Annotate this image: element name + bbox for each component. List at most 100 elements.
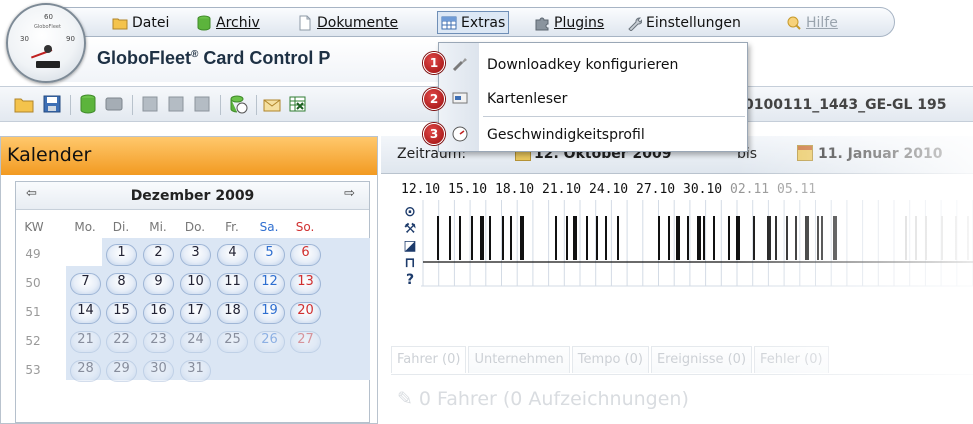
calendar-day[interactable]: 4 — [217, 244, 248, 266]
document-icon — [299, 15, 311, 30]
activity-bar — [668, 216, 670, 260]
calendar-day[interactable]: 22 — [106, 331, 137, 353]
next-month-icon[interactable]: ⇨ — [344, 186, 355, 201]
tab[interactable]: Tempo (0) — [571, 346, 649, 373]
calendar-day[interactable]: 2 — [143, 244, 174, 266]
activity-bar — [596, 216, 598, 260]
logo-dial: 60 30 90 GloboFleet — [6, 3, 86, 83]
calendar-day[interactable]: 24 — [180, 331, 211, 353]
activity-bar — [658, 216, 660, 260]
calendar-day[interactable]: 15 — [106, 302, 137, 324]
menu-plugins[interactable]: Plugins — [531, 11, 607, 34]
calendar-day[interactable]: 1 — [106, 244, 137, 266]
calendar-day[interactable]: 25 — [217, 331, 248, 353]
calendar-day[interactable]: 26 — [254, 331, 285, 353]
open-folder-icon[interactable] — [14, 94, 34, 114]
activity-bar — [489, 216, 491, 260]
activity-bar — [520, 216, 524, 260]
menu-item-geschwindigkeitsprofil[interactable]: Geschwindigkeitsprofil — [487, 127, 645, 143]
menu-item-downloadkey[interactable]: Downloadkey konfigurieren — [487, 57, 678, 73]
calendar-day[interactable]: 30 — [143, 360, 174, 382]
calendar-day[interactable]: 6 — [290, 244, 321, 266]
calendar-day[interactable]: 8 — [106, 273, 137, 295]
menubar: Datei Archiv Dokumente Extras Plugins Ei… — [60, 7, 895, 37]
calendar-day[interactable]: 13 — [290, 273, 321, 295]
week-number: 52 — [25, 334, 41, 348]
app-title: GloboFleet® Card Control P — [97, 48, 331, 68]
weekday-header: So. — [295, 220, 315, 234]
calendar-month: Dezember 2009 — [130, 188, 255, 204]
key-icon — [452, 58, 467, 72]
calendar-widget: ⇦ Dezember 2009 ⇨ KW Mo. Di. Mi. Do. Fr. Sa. So… — [15, 181, 370, 423]
calendar-day[interactable]: 23 — [143, 331, 174, 353]
folder-icon — [112, 18, 128, 29]
tab-bar: Fahrer (0) Unternehmen Tempo (0) Ereignisse… — [391, 346, 831, 374]
archive-icon[interactable] — [78, 94, 98, 114]
calendar-day[interactable]: 9 — [143, 273, 174, 295]
calendar-day[interactable]: 7 — [70, 273, 101, 295]
activity-bar — [697, 216, 701, 260]
menu-archiv[interactable]: Archiv — [193, 11, 263, 34]
puzzle-icon — [535, 17, 549, 30]
tab[interactable]: Unternehmen — [468, 346, 570, 373]
tool-icon-disabled-3[interactable] — [192, 94, 212, 114]
clock-db-icon[interactable] — [228, 94, 248, 114]
week-number: 53 — [25, 363, 41, 377]
calendar-day[interactable]: 28 — [70, 360, 101, 382]
activity-bar — [967, 216, 969, 260]
calendar-day[interactable]: 19 — [254, 302, 285, 324]
tab[interactable]: Fehler (0) — [754, 346, 829, 373]
tool-icon-disabled-2[interactable] — [166, 94, 186, 114]
menu-label: Plugins — [554, 14, 605, 31]
activity-panel: Zeitraum: 12. Oktober 2009 bis 11. Janua… — [381, 136, 973, 424]
save-icon[interactable] — [42, 94, 62, 114]
week-number: 49 — [25, 247, 41, 261]
calendar-day[interactable]: 3 — [180, 244, 211, 266]
calendar-day[interactable]: 20 — [290, 302, 321, 324]
menu-einstellungen[interactable]: Einstellungen — [623, 11, 744, 34]
activity-bar — [605, 216, 607, 260]
activity-bar — [586, 216, 588, 260]
calendar-day[interactable]: 11 — [217, 273, 248, 295]
tab[interactable]: Ereignisse (0) — [650, 346, 753, 373]
weekday-header: Mo. — [74, 220, 96, 234]
activity-bar — [703, 216, 705, 260]
wrench-icon — [628, 16, 642, 31]
callout-badge-3: 3 — [423, 123, 445, 145]
menu-extras[interactable]: Extras — [437, 11, 510, 34]
activity-bar — [925, 216, 927, 260]
activity-bar — [821, 216, 823, 260]
calendar-day[interactable]: 27 — [290, 331, 321, 353]
calendar-icon[interactable] — [797, 145, 813, 161]
activity-bar — [502, 216, 504, 260]
callout-badge-1: 1 — [423, 52, 445, 74]
activity-bar — [617, 216, 619, 260]
calendar-day[interactable]: 12 — [254, 273, 285, 295]
calendar-day[interactable]: 21 — [70, 331, 101, 353]
calendar-day[interactable]: 31 — [180, 360, 211, 382]
calendar-day[interactable]: 14 — [70, 302, 101, 324]
speedometer-icon — [452, 126, 468, 142]
week-number: 51 — [25, 305, 41, 319]
activity-bar — [833, 216, 837, 260]
tool-icon-disabled-1[interactable] — [140, 94, 160, 114]
calendar-day[interactable]: 29 — [106, 360, 137, 382]
menu-item-kartenleser[interactable]: Kartenleser — [487, 91, 567, 107]
menu-hilfe[interactable]: Hilfe — [783, 11, 841, 34]
activity-bar — [449, 216, 451, 260]
calendar-day[interactable]: 10 — [180, 273, 211, 295]
calendar-day[interactable]: 5 — [254, 244, 285, 266]
calendar-day[interactable]: 16 — [143, 302, 174, 324]
calendar-day[interactable]: 18 — [217, 302, 248, 324]
excel-export-icon[interactable] — [288, 94, 308, 114]
tab[interactable]: Fahrer (0) — [391, 346, 467, 373]
weekday-header: Sa. — [259, 220, 279, 234]
menu-label: Datei — [132, 14, 170, 31]
activity-bar — [955, 216, 957, 260]
card-icon-disabled[interactable] — [104, 94, 124, 114]
range-end[interactable]: 11. Januar 2010 — [818, 146, 942, 162]
menu-datei[interactable]: Datei — [109, 11, 172, 34]
calendar-day[interactable]: 17 — [180, 302, 211, 324]
mail-icon[interactable] — [262, 94, 282, 114]
menu-dokumente[interactable]: Dokumente — [294, 11, 401, 34]
